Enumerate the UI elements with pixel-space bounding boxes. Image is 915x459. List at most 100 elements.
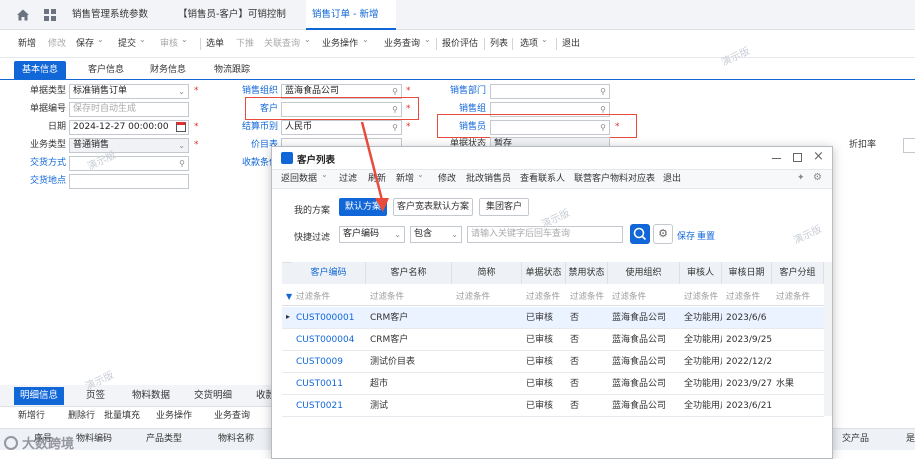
currency-label[interactable]: 结算币别: [222, 120, 278, 134]
minimize-icon[interactable]: [772, 158, 781, 159]
tab-page[interactable]: 页签: [80, 387, 111, 405]
table-cell[interactable]: CUST000001: [292, 307, 366, 329]
currency-input[interactable]: 人民币 ⚲: [281, 120, 402, 135]
chevron-down-icon[interactable]: ⌄: [417, 170, 424, 179]
toolbar-item-11[interactable]: 列表: [490, 37, 508, 51]
dialog-toolbar-item-3[interactable]: 新增: [396, 172, 414, 186]
batch-fill-button[interactable]: 批量填充: [104, 409, 140, 423]
grid-scrollbar[interactable]: [824, 262, 832, 416]
grid-filter-cell[interactable]: 过滤条件: [292, 287, 366, 307]
table-cell[interactable]: CUST0021: [292, 395, 366, 417]
dialog-toolbar-item-6[interactable]: 查看联系人: [520, 172, 565, 186]
grid-col-header-2[interactable]: 简称: [452, 262, 522, 284]
sales-dept-label[interactable]: 销售部门: [430, 84, 486, 98]
table-cell[interactable]: CUST000004: [292, 329, 366, 351]
sales-org-label[interactable]: 销售组织: [222, 84, 278, 98]
scheme-default[interactable]: 默认方案: [339, 198, 387, 216]
chevron-down-icon[interactable]: ⌄: [424, 35, 431, 44]
price-table-label[interactable]: 价目表: [222, 138, 278, 152]
chevron-down-icon[interactable]: ⌄: [97, 35, 104, 44]
grid-col-header-8[interactable]: 客户分组: [772, 262, 824, 284]
collection-terms-label[interactable]: 收款条件: [222, 156, 278, 170]
chevron-down-icon[interactable]: ⌄: [321, 170, 328, 179]
filter-settings-button[interactable]: ⚙: [653, 224, 673, 244]
grid-filter-cell[interactable]: 过滤条件: [452, 287, 522, 307]
search-icon[interactable]: ⚲: [600, 85, 606, 98]
toolbar-item-9[interactable]: 业务查询: [384, 37, 420, 51]
tab-sales-params[interactable]: 销售管理系统参数: [66, 0, 154, 30]
search-icon[interactable]: ⚲: [179, 157, 185, 170]
toolbar-item-13[interactable]: 退出: [562, 37, 580, 51]
grid-col-header-6[interactable]: 审核人: [680, 262, 722, 284]
add-row-button[interactable]: 新增行: [18, 409, 45, 423]
toolbar-item-0[interactable]: 新增: [18, 37, 36, 51]
grid-col-header-1[interactable]: 客户名称: [366, 262, 452, 284]
search-button[interactable]: [630, 224, 650, 244]
dialog-toolbar-item-1[interactable]: 过滤: [339, 172, 357, 186]
tab-detail-info[interactable]: 明细信息: [14, 387, 65, 405]
toolbar-item-2[interactable]: 保存: [76, 37, 94, 51]
biz-type-select[interactable]: 普通销售 ⌄: [69, 138, 189, 153]
maximize-icon[interactable]: [793, 153, 802, 162]
apps-grid-icon[interactable]: [44, 9, 56, 21]
delivery-method-label[interactable]: 交货方式: [10, 156, 66, 170]
sales-dept-input[interactable]: ⚲: [490, 84, 610, 99]
grid-filter-cell[interactable]: 过滤条件: [366, 287, 452, 307]
tab-logistics[interactable]: 物流跟踪: [206, 61, 258, 79]
tab-finance-info[interactable]: 财务信息: [142, 61, 194, 79]
toolbar-item-4[interactable]: 审核: [160, 37, 178, 51]
tab-customer-info[interactable]: 客户信息: [80, 61, 132, 79]
chevron-down-icon[interactable]: ⌄: [541, 35, 548, 44]
toolbar-item-6[interactable]: 下推: [236, 37, 254, 51]
gear-icon[interactable]: ⚙: [813, 172, 822, 183]
dialog-toolbar-item-0[interactable]: 返回数据: [281, 172, 317, 186]
dialog-toolbar-item-4[interactable]: 修改: [438, 172, 456, 186]
tab-sales-order-new[interactable]: 销售订单 - 新增 ×: [306, 0, 396, 50]
grid-filter-cell[interactable]: 过滤条件: [566, 287, 608, 307]
chevron-down-icon[interactable]: ⌄: [139, 35, 146, 44]
tab-material-data[interactable]: 物料数据: [126, 387, 176, 405]
pin-icon[interactable]: ✦: [797, 173, 805, 183]
date-input[interactable]: 2024-12-27 00:00:00: [69, 120, 189, 135]
save-filter-button[interactable]: 保存: [677, 229, 695, 242]
scheme-group-customer[interactable]: 集团客户: [479, 198, 529, 216]
scheme-customer-wide[interactable]: 客户宽表默认方案: [393, 198, 473, 216]
dialog-toolbar-item-8[interactable]: 退出: [663, 172, 681, 186]
grid-col-header-3[interactable]: 单据状态: [522, 262, 566, 284]
toolbar-item-7[interactable]: 关联查询: [264, 37, 300, 51]
tab-salesman-customer-control[interactable]: 【销售员-客户】可销控制: [172, 0, 292, 30]
grid-col-header-4[interactable]: 禁用状态: [566, 262, 608, 284]
table-cell[interactable]: CUST0011: [292, 373, 366, 395]
table-cell[interactable]: CUST0009: [292, 351, 366, 373]
toolbar-item-10[interactable]: 报价评估: [442, 37, 478, 51]
dialog-toolbar-item-5[interactable]: 批改销售员: [466, 172, 511, 186]
chevron-down-icon[interactable]: ⌄: [181, 35, 188, 44]
filter-field-select[interactable]: 客户编码 ⌄: [339, 226, 405, 243]
chevron-down-icon[interactable]: ⌄: [304, 35, 311, 44]
toolbar-item-8[interactable]: 业务操作: [322, 37, 358, 51]
search-icon[interactable]: ⚲: [392, 121, 398, 134]
dialog-toolbar-item-2[interactable]: 刷新: [368, 172, 386, 186]
detail-biz-op-button[interactable]: 业务操作: [156, 409, 192, 423]
grid-col-header-0[interactable]: 客户编码: [292, 262, 366, 284]
grid-filter-cell[interactable]: 过滤条件: [608, 287, 680, 307]
doc-type-select[interactable]: 标准销售订单 ⌄: [69, 84, 189, 99]
delivery-place-input[interactable]: [69, 174, 189, 189]
close-icon[interactable]: ×: [813, 149, 824, 164]
grid-filter-cell[interactable]: 过滤条件: [772, 287, 824, 307]
grid-col-header-5[interactable]: 使用组织: [608, 262, 680, 284]
chevron-down-icon[interactable]: ⌄: [362, 35, 369, 44]
dialog-toolbar-item-7[interactable]: 联营客户物料对应表: [574, 172, 655, 186]
delivery-place-label[interactable]: 交货地点: [10, 174, 66, 188]
discount-input[interactable]: [903, 138, 915, 153]
home-icon[interactable]: [16, 8, 30, 22]
doc-no-input[interactable]: 保存时自动生成: [69, 102, 189, 117]
toolbar-item-1[interactable]: 修改: [48, 37, 66, 51]
grid-filter-cell[interactable]: 过滤条件: [680, 287, 722, 307]
filter-op-select[interactable]: 包含 ⌄: [410, 226, 462, 243]
tab-basic-info[interactable]: 基本信息: [14, 61, 67, 79]
delete-row-button[interactable]: 删除行: [68, 409, 95, 423]
grid-filter-cell[interactable]: 过滤条件: [722, 287, 772, 307]
tab-delivery-detail[interactable]: 交货明细: [188, 387, 238, 405]
toolbar-item-5[interactable]: 选单: [206, 37, 224, 51]
